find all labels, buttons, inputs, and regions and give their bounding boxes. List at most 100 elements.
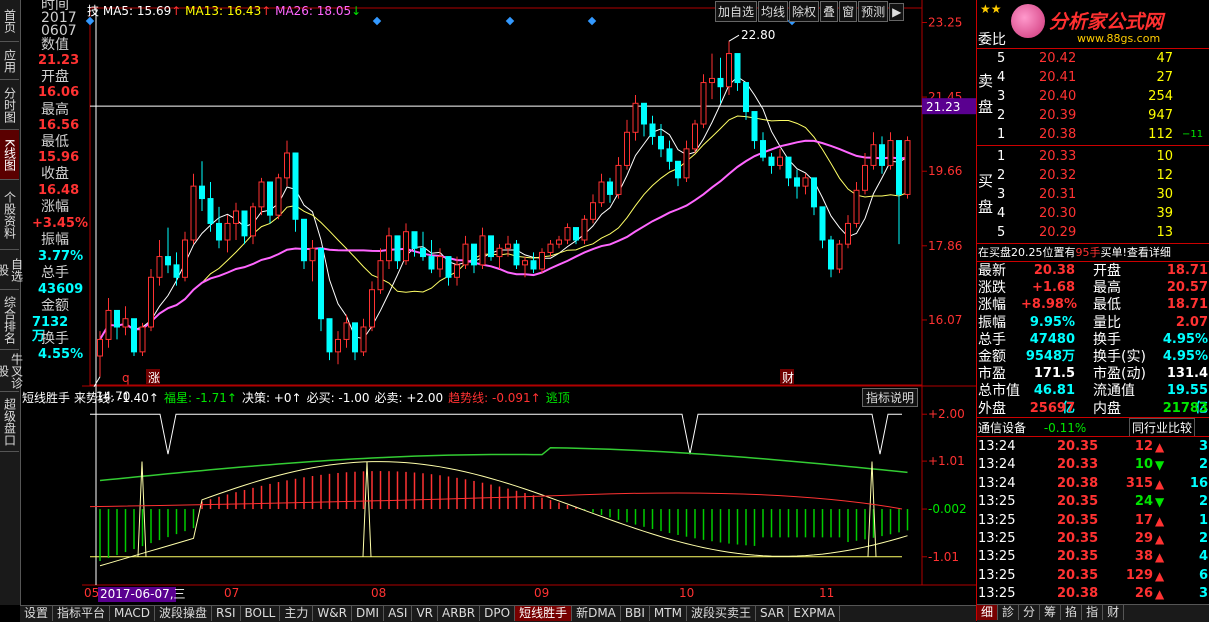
stat-label: 总手 (978, 331, 1006, 348)
bottom-tab-15[interactable]: BBI (621, 606, 650, 621)
right-tab-0[interactable]: 细 (977, 605, 999, 620)
candle-body (122, 318, 129, 328)
ma-lines (99, 76, 908, 340)
toolbar-button-4[interactable]: 窗 (839, 1, 858, 22)
toolbar-button-1[interactable]: 均线 (758, 1, 789, 22)
bottom-tab-9[interactable]: ASI (384, 606, 413, 621)
x-tick-label: 08 (371, 586, 386, 600)
bottom-tab-2[interactable]: MACD (110, 606, 156, 621)
buy-price: 20.33 (1039, 149, 1077, 164)
toolbar-button-3[interactable]: 叠 (820, 1, 839, 22)
candle-body (547, 243, 554, 253)
sell-volume: 27 (1156, 70, 1173, 85)
big-order-notice[interactable]: 在买盘20.25位置有95手买单!查看详细 (978, 244, 1171, 260)
sell-price: 20.42 (1039, 51, 1077, 66)
arrow-down-icon: ▼ (1155, 458, 1165, 473)
trade-price: 20.33 (1057, 457, 1099, 473)
bottom-tab-16[interactable]: MTM (650, 606, 687, 621)
x-tick-label: 07 (224, 586, 239, 600)
bottom-tab-8[interactable]: DMI (352, 606, 385, 621)
nav-item-0[interactable]: 首页 (0, 0, 19, 42)
trade-volume: 17 (1134, 512, 1153, 528)
bottom-tab-14[interactable]: 新DMA (572, 606, 621, 621)
candle-body (182, 239, 188, 278)
indicator-tick-label: -0.002 (928, 502, 967, 516)
bottom-tab-18[interactable]: SAR (756, 606, 790, 621)
stat-value: 20.57 (1166, 280, 1208, 296)
toolbar-button-2[interactable]: 除权 (789, 1, 820, 22)
trade-volume: 12 (1134, 439, 1153, 454)
stat-value: 25697 (1029, 400, 1075, 416)
nav-item-1[interactable]: 应用 (0, 42, 19, 80)
candle-body (581, 218, 588, 241)
nav-item-3[interactable]: K线图 (0, 130, 19, 180)
bottom-tab-12[interactable]: DPO (480, 606, 516, 621)
arrow-up-icon: ▲ (1155, 587, 1165, 602)
stats-row: 总市值 46.81亿 流通值 19.55亿 (977, 382, 1209, 416)
right-tab-1[interactable]: 診 (998, 605, 1020, 620)
trade-price: 20.38 (1057, 475, 1099, 491)
candle-body (573, 227, 579, 241)
buy-level-2: 2 (997, 168, 1006, 183)
bottom-tab-6[interactable]: 主力 (280, 606, 314, 621)
candle-body (624, 131, 630, 166)
toolbar-button-6[interactable]: ▶ (889, 3, 905, 21)
bottom-tab-0[interactable]: 设置 (20, 606, 54, 621)
logo-icon (1011, 4, 1045, 38)
bottom-tab-17[interactable]: 波段买卖王 (687, 606, 756, 621)
buy-level-5: 5 (997, 225, 1006, 240)
indicator-tick-label: -1.01 (928, 550, 959, 564)
stat-label: 量比 (1093, 314, 1121, 331)
nav-item-4[interactable]: 个股资料 (0, 180, 19, 250)
candle-body (879, 144, 885, 166)
chart-toolbar: 加自选 均线 除权叠窗预测 ▶ (715, 1, 905, 22)
stat-value: 2.07 (1175, 314, 1208, 330)
indicator-help-button[interactable]: 指标说明 (862, 388, 919, 407)
stats-row: 涨幅 +8.98% 最低 18.71 (977, 296, 1209, 314)
right-tab-3[interactable]: 筹 (1040, 605, 1062, 620)
bottom-tab-5[interactable]: BOLL (241, 606, 281, 621)
stats-row: 最新 20.38 开盘 18.71 (977, 262, 1209, 280)
candle-body (836, 243, 843, 270)
right-tab-5[interactable]: 指 (1082, 605, 1104, 620)
nav-item-6[interactable]: 综合排名 (0, 290, 19, 350)
stats-row: 振幅 9.95% 量比 2.07 (977, 314, 1209, 332)
right-tab-6[interactable]: 财 (1103, 605, 1125, 620)
bottom-tab-1[interactable]: 指标平台 (53, 606, 111, 621)
bottom-tab-7[interactable]: W&R (313, 606, 352, 621)
bottom-tab-3[interactable]: 波段操盘 (155, 606, 213, 621)
nav-item-8[interactable]: 超级盘口 (0, 392, 19, 452)
nav-item-7[interactable]: 牛叉诊股 (0, 350, 24, 392)
sell-label: 卖盘 (978, 72, 994, 116)
stats-row: 涨跌 +1.68 最高 20.57 (977, 279, 1209, 297)
bottom-tab-10[interactable]: VR (412, 606, 439, 621)
trade-time: 13:24 (978, 439, 1016, 454)
bottom-tab-4[interactable]: RSI (212, 606, 241, 621)
bottom-tab-13[interactable]: 短线胜手 (515, 606, 573, 621)
value-label: 数值 (41, 37, 69, 53)
sell-level-5: 5 (997, 51, 1006, 66)
logo-text: 分析家公式网 (1049, 11, 1164, 33)
bottom-tab-19[interactable]: EXPMA (789, 606, 840, 621)
candle-body (785, 156, 792, 179)
stat-label: 涨幅 (978, 297, 1006, 314)
candle-body (301, 218, 307, 262)
kline-chart[interactable]: 23.2521.4519.6617.8616.0721.2322.8014.70… (82, 0, 976, 605)
toolbar-button-0[interactable]: 加自选 (715, 1, 758, 22)
nav-item-2[interactable]: 分时图 (0, 80, 19, 130)
candle-body (488, 235, 494, 258)
trade-row: 13:25 20.38 26 ▲ 3 (977, 585, 1209, 603)
right-tab-4[interactable]: 掐 (1061, 605, 1083, 620)
bottom-tab-11[interactable]: ARBR (438, 606, 481, 621)
nav-item-5[interactable]: 自选股 (0, 250, 24, 290)
right-tab-2[interactable]: 分 (1019, 605, 1041, 620)
candle-body (165, 256, 171, 266)
sell-level-4: 4 (997, 70, 1006, 85)
industry-compare-button[interactable]: 同行业比较 (1129, 418, 1196, 437)
industry-row: 通信设备 -0.11% (978, 419, 1086, 436)
toolbar-button-5[interactable]: 预测 (858, 1, 889, 22)
candle-body (394, 235, 401, 262)
low-value: 15.96 (38, 150, 80, 165)
signal-diamond-icon (587, 16, 597, 26)
trade-price: 20.35 (1057, 549, 1099, 565)
